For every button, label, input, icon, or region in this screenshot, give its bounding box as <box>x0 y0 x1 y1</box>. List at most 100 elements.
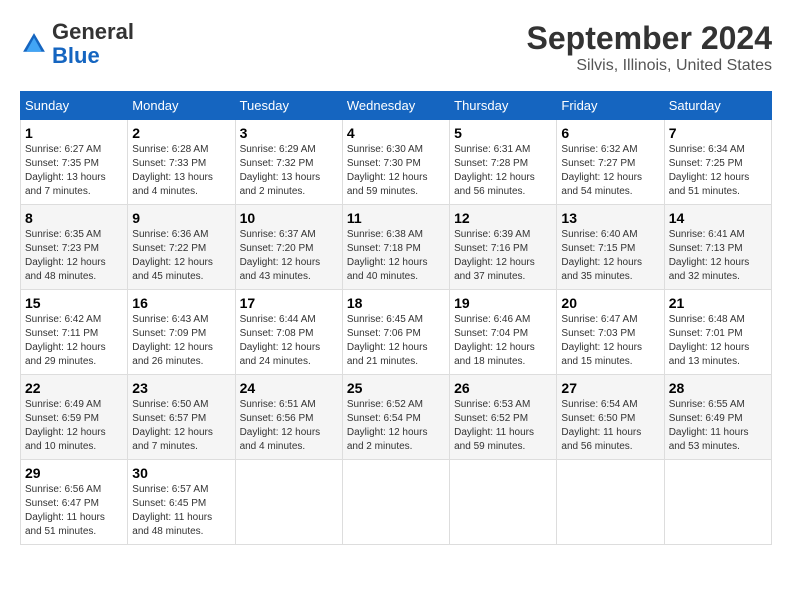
day-number: 24 <box>240 380 338 396</box>
calendar-week-row: 8Sunrise: 6:35 AMSunset: 7:23 PMDaylight… <box>21 205 772 290</box>
calendar-cell: 29Sunrise: 6:56 AMSunset: 6:47 PMDayligh… <box>21 460 128 545</box>
calendar-cell: 28 Sunrise: 6:55 AMSunset: 6:49 PMDayligh… <box>664 375 771 460</box>
calendar-cell: 4 Sunrise: 6:30 AMSunset: 7:30 PMDaylight… <box>342 120 449 205</box>
calendar-week-row: 22Sunrise: 6:49 AMSunset: 6:59 PMDayligh… <box>21 375 772 460</box>
logo-blue-text: Blue <box>52 43 100 68</box>
day-detail: Sunrise: 6:53 AMSunset: 6:52 PMDaylight:… <box>454 398 552 454</box>
title-block: September 2024 Silvis, Illinois, United … <box>527 20 772 75</box>
calendar-cell: 8Sunrise: 6:35 AMSunset: 7:23 PMDaylight… <box>21 205 128 290</box>
day-detail: Sunrise: 6:29 AMSunset: 7:32 PMDaylight:… <box>240 143 338 199</box>
calendar-cell: 13Sunrise: 6:40 AMSunset: 7:15 PMDayligh… <box>557 205 664 290</box>
calendar-cell: 7Sunrise: 6:34 AMSunset: 7:25 PMDaylight… <box>664 120 771 205</box>
day-number: 13 <box>561 210 659 226</box>
calendar-cell: 3 Sunrise: 6:29 AMSunset: 7:32 PMDaylight… <box>235 120 342 205</box>
calendar-cell: 23 Sunrise: 6:50 AMSunset: 6:57 PMDayligh… <box>128 375 235 460</box>
day-number: 19 <box>454 295 552 311</box>
day-number: 14 <box>669 210 767 226</box>
calendar-week-row: 15Sunrise: 6:42 AMSunset: 7:11 PMDayligh… <box>21 290 772 375</box>
day-number: 28 <box>669 380 767 396</box>
day-detail: Sunrise: 6:55 AMSunset: 6:49 PMDaylight:… <box>669 398 767 454</box>
calendar-cell: 2 Sunrise: 6:28 AMSunset: 7:33 PMDaylight… <box>128 120 235 205</box>
calendar-cell: 9 Sunrise: 6:36 AMSunset: 7:22 PMDaylight… <box>128 205 235 290</box>
day-detail: Sunrise: 6:30 AMSunset: 7:30 PMDaylight:… <box>347 143 445 199</box>
day-detail: Sunrise: 6:37 AMSunset: 7:20 PMDaylight:… <box>240 228 338 284</box>
day-detail: Sunrise: 6:43 AMSunset: 7:09 PMDaylight:… <box>132 313 230 369</box>
day-detail: Sunrise: 6:48 AMSunset: 7:01 PMDaylight:… <box>669 313 767 369</box>
day-detail: Sunrise: 6:47 AMSunset: 7:03 PMDaylight:… <box>561 313 659 369</box>
day-number: 12 <box>454 210 552 226</box>
header-monday: Monday <box>128 92 235 120</box>
day-detail: Sunrise: 6:28 AMSunset: 7:33 PMDaylight:… <box>132 143 230 199</box>
day-number: 21 <box>669 295 767 311</box>
day-detail: Sunrise: 6:44 AMSunset: 7:08 PMDaylight:… <box>240 313 338 369</box>
logo: General Blue <box>20 20 134 68</box>
day-detail: Sunrise: 6:57 AMSunset: 6:45 PMDaylight:… <box>132 483 230 539</box>
calendar-cell: 14 Sunrise: 6:41 AMSunset: 7:13 PMDayligh… <box>664 205 771 290</box>
day-detail: Sunrise: 6:38 AMSunset: 7:18 PMDaylight:… <box>347 228 445 284</box>
calendar-cell: 19 Sunrise: 6:46 AMSunset: 7:04 PMDayligh… <box>450 290 557 375</box>
header-wednesday: Wednesday <box>342 92 449 120</box>
calendar-cell: 6 Sunrise: 6:32 AMSunset: 7:27 PMDaylight… <box>557 120 664 205</box>
day-number: 6 <box>561 125 659 141</box>
calendar-cell: 25 Sunrise: 6:52 AMSunset: 6:54 PMDayligh… <box>342 375 449 460</box>
calendar-cell: 24Sunrise: 6:51 AMSunset: 6:56 PMDayligh… <box>235 375 342 460</box>
day-number: 23 <box>132 380 230 396</box>
calendar-week-row: 1Sunrise: 6:27 AMSunset: 7:35 PMDaylight… <box>21 120 772 205</box>
day-number: 4 <box>347 125 445 141</box>
calendar-cell: 27 Sunrise: 6:54 AMSunset: 6:50 PMDayligh… <box>557 375 664 460</box>
day-detail: Sunrise: 6:50 AMSunset: 6:57 PMDaylight:… <box>132 398 230 454</box>
day-number: 9 <box>132 210 230 226</box>
calendar-cell: 1Sunrise: 6:27 AMSunset: 7:35 PMDaylight… <box>21 120 128 205</box>
calendar-cell: 16 Sunrise: 6:43 AMSunset: 7:09 PMDayligh… <box>128 290 235 375</box>
day-number: 30 <box>132 465 230 481</box>
day-number: 25 <box>347 380 445 396</box>
logo-icon <box>20 30 48 58</box>
calendar-cell: 20Sunrise: 6:47 AMSunset: 7:03 PMDayligh… <box>557 290 664 375</box>
day-detail: Sunrise: 6:39 AMSunset: 7:16 PMDaylight:… <box>454 228 552 284</box>
calendar-week-row: 29Sunrise: 6:56 AMSunset: 6:47 PMDayligh… <box>21 460 772 545</box>
calendar-cell: 17Sunrise: 6:44 AMSunset: 7:08 PMDayligh… <box>235 290 342 375</box>
day-detail: Sunrise: 6:56 AMSunset: 6:47 PMDaylight:… <box>25 483 123 539</box>
day-number: 1 <box>25 125 123 141</box>
day-detail: Sunrise: 6:36 AMSunset: 7:22 PMDaylight:… <box>132 228 230 284</box>
day-number: 2 <box>132 125 230 141</box>
day-number: 5 <box>454 125 552 141</box>
calendar-body: 1Sunrise: 6:27 AMSunset: 7:35 PMDaylight… <box>21 120 772 545</box>
calendar-cell: 10 Sunrise: 6:37 AMSunset: 7:20 PMDayligh… <box>235 205 342 290</box>
day-detail: Sunrise: 6:46 AMSunset: 7:04 PMDaylight:… <box>454 313 552 369</box>
day-number: 26 <box>454 380 552 396</box>
day-number: 7 <box>669 125 767 141</box>
header-sunday: Sunday <box>21 92 128 120</box>
page-header: General Blue September 2024 Silvis, Illi… <box>20 20 772 75</box>
day-number: 27 <box>561 380 659 396</box>
calendar-cell <box>235 460 342 545</box>
day-number: 18 <box>347 295 445 311</box>
day-detail: Sunrise: 6:41 AMSunset: 7:13 PMDaylight:… <box>669 228 767 284</box>
calendar-title: September 2024 <box>527 20 772 57</box>
day-number: 16 <box>132 295 230 311</box>
calendar-cell: 12 Sunrise: 6:39 AMSunset: 7:16 PMDayligh… <box>450 205 557 290</box>
day-detail: Sunrise: 6:32 AMSunset: 7:27 PMDaylight:… <box>561 143 659 199</box>
calendar-cell: 21 Sunrise: 6:48 AMSunset: 7:01 PMDayligh… <box>664 290 771 375</box>
calendar-cell: 22Sunrise: 6:49 AMSunset: 6:59 PMDayligh… <box>21 375 128 460</box>
day-number: 10 <box>240 210 338 226</box>
calendar-cell <box>664 460 771 545</box>
day-detail: Sunrise: 6:42 AMSunset: 7:11 PMDaylight:… <box>25 313 123 369</box>
day-number: 3 <box>240 125 338 141</box>
calendar-header-row: SundayMondayTuesdayWednesdayThursdayFrid… <box>21 92 772 120</box>
calendar-cell: 30 Sunrise: 6:57 AMSunset: 6:45 PMDayligh… <box>128 460 235 545</box>
calendar-cell: 5Sunrise: 6:31 AMSunset: 7:28 PMDaylight… <box>450 120 557 205</box>
calendar-cell: 26 Sunrise: 6:53 AMSunset: 6:52 PMDayligh… <box>450 375 557 460</box>
day-detail: Sunrise: 6:49 AMSunset: 6:59 PMDaylight:… <box>25 398 123 454</box>
header-thursday: Thursday <box>450 92 557 120</box>
calendar-cell <box>450 460 557 545</box>
day-detail: Sunrise: 6:54 AMSunset: 6:50 PMDaylight:… <box>561 398 659 454</box>
header-tuesday: Tuesday <box>235 92 342 120</box>
header-friday: Friday <box>557 92 664 120</box>
day-detail: Sunrise: 6:35 AMSunset: 7:23 PMDaylight:… <box>25 228 123 284</box>
day-detail: Sunrise: 6:52 AMSunset: 6:54 PMDaylight:… <box>347 398 445 454</box>
header-saturday: Saturday <box>664 92 771 120</box>
calendar-cell: 11Sunrise: 6:38 AMSunset: 7:18 PMDayligh… <box>342 205 449 290</box>
calendar-cell <box>557 460 664 545</box>
calendar-cell: 15Sunrise: 6:42 AMSunset: 7:11 PMDayligh… <box>21 290 128 375</box>
